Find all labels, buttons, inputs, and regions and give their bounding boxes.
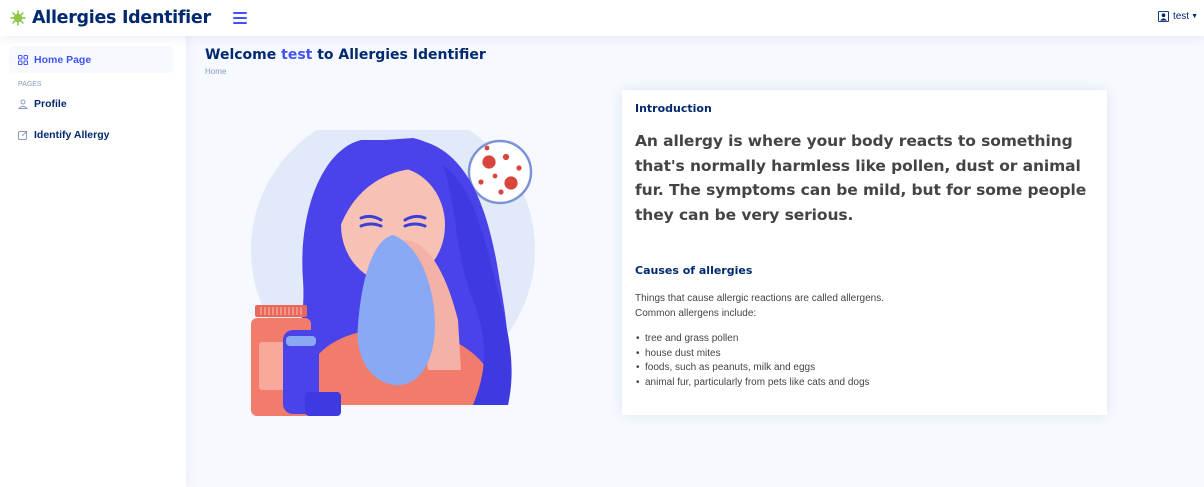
page-title-prefix: Welcome [205, 47, 277, 63]
top-header: Allergies Identifier test ▼ [0, 0, 1204, 36]
sidebar-item-label: Identify Allergy [34, 128, 110, 141]
sidebar-toggle-icon[interactable] [232, 12, 247, 24]
user-icon [1157, 11, 1169, 22]
virus-bubble-icon [467, 139, 533, 205]
sidebar-item-identify-allergy[interactable]: Identify Allergy [9, 121, 173, 148]
virus-logo-icon [10, 10, 26, 26]
allergy-illustration [251, 130, 535, 416]
allergens-list: tree and grass pollen house dust mites f… [635, 332, 1094, 390]
sidebar-item-label: Home Page [34, 53, 92, 66]
person-icon [18, 99, 28, 109]
app-title: Allergies Identifier [32, 8, 211, 28]
grid-icon [18, 54, 28, 65]
intro-card: Introduction An allergy is where your bo… [622, 90, 1107, 415]
sidebar-item-label: Profile [34, 97, 67, 110]
sidebar: Home Page PAGES Profile Identify Allergy [0, 36, 186, 487]
sidebar-item-home[interactable]: Home Page [9, 46, 173, 73]
causes-line-1: Things that cause allergic reactions are… [635, 293, 885, 304]
breadcrumb-home[interactable]: Home [205, 67, 226, 76]
user-menu[interactable]: test ▼ [1157, 11, 1198, 22]
causes-line-2: Common allergens include: [635, 308, 757, 319]
list-item: animal fur, particularly from pets like … [635, 376, 1094, 391]
chevron-down-icon: ▼ [1191, 13, 1198, 20]
app-logo[interactable]: Allergies Identifier [10, 8, 211, 28]
page-title: Welcome test to Allergies Identifier [205, 47, 486, 63]
causes-heading: Causes of allergies [635, 264, 753, 277]
list-item: foods, such as peanuts, milk and eggs [635, 361, 1094, 376]
list-item: tree and grass pollen [635, 332, 1094, 347]
intro-text: An allergy is where your body reacts to … [635, 132, 1087, 224]
edit-icon [18, 130, 28, 140]
page-title-suffix: to Allergies Identifier [317, 47, 486, 63]
causes-description: Things that cause allergic reactions are… [635, 291, 1094, 321]
user-name: test [1172, 11, 1190, 22]
page-title-user: test [281, 47, 313, 63]
sidebar-item-profile[interactable]: Profile [9, 90, 173, 117]
breadcrumb[interactable]: Home [205, 67, 226, 76]
list-item: house dust mites [635, 347, 1094, 362]
sidebar-section-heading: PAGES [18, 81, 42, 88]
card-heading: Introduction [635, 102, 712, 115]
